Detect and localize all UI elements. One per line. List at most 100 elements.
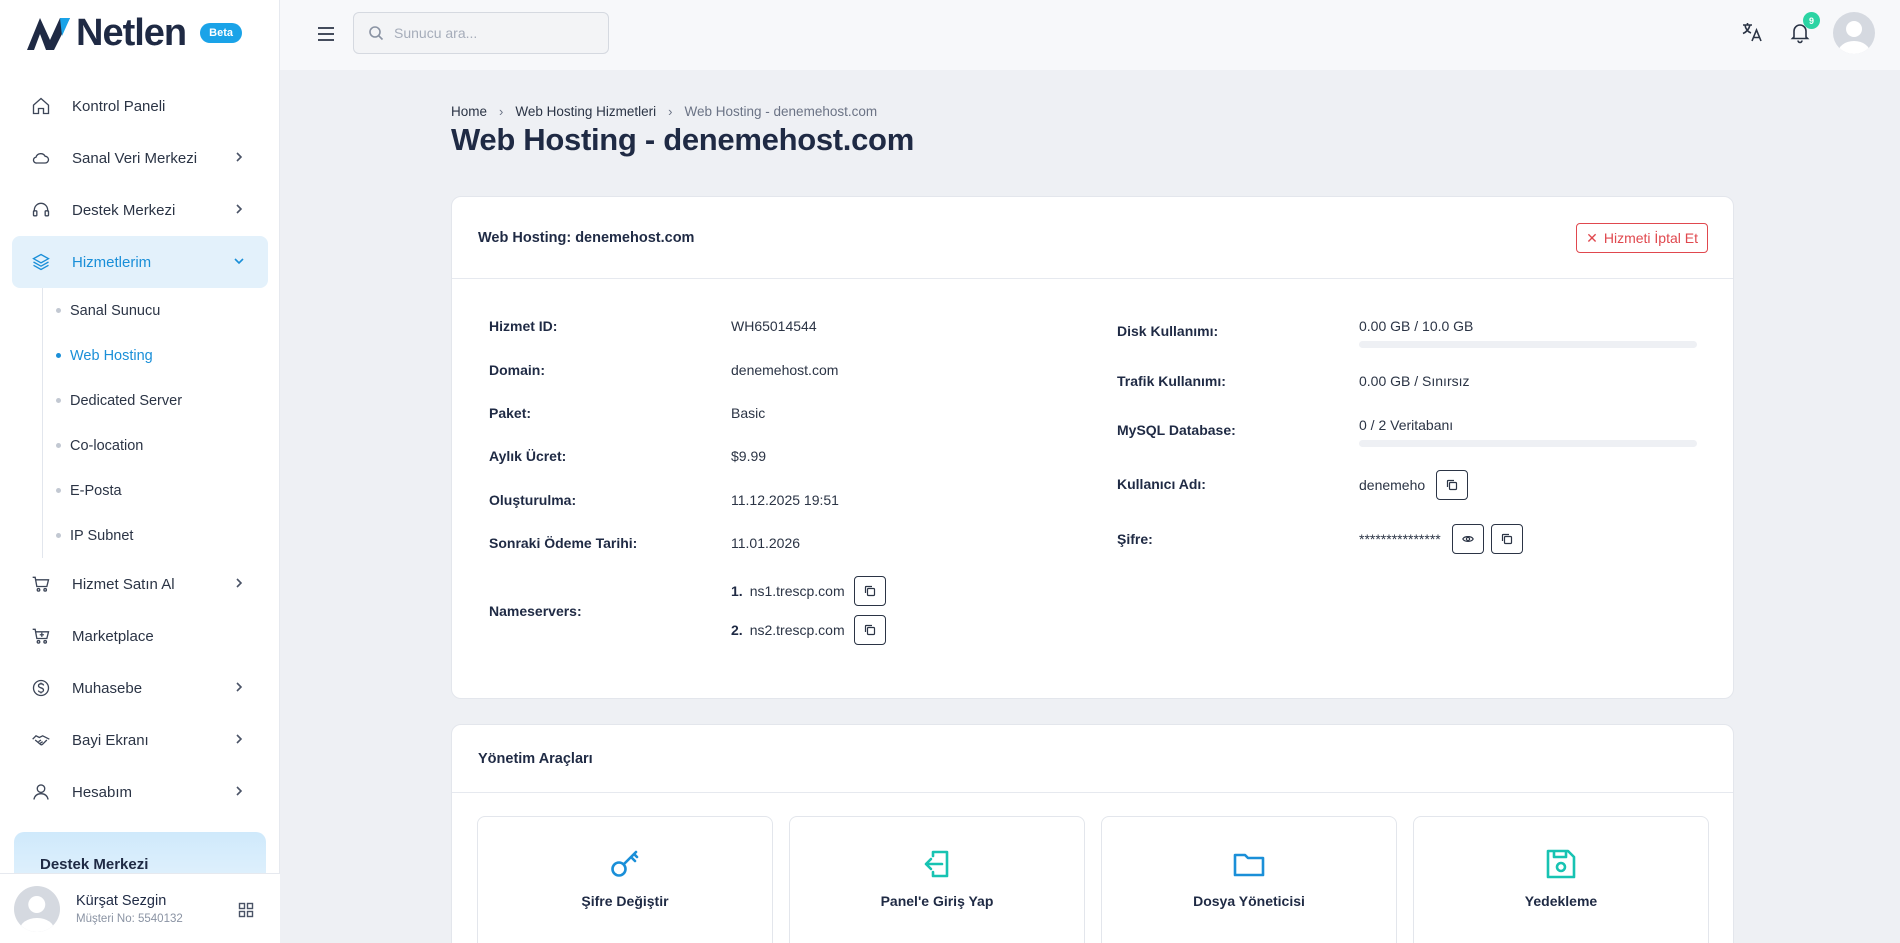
user-icon <box>30 781 52 803</box>
support-card-title: Destek Merkezi <box>40 856 149 873</box>
profile-avatar[interactable] <box>1833 12 1875 54</box>
bullet-icon <box>56 488 61 493</box>
folder-icon <box>1233 853 1265 877</box>
package-value: Basic <box>731 405 766 421</box>
next-payment-label: Sonraki Ödeme Tarihi: <box>489 535 638 551</box>
sidebar-item-label: Bayi Ekranı <box>72 731 149 749</box>
copy-username-button[interactable] <box>1436 470 1469 500</box>
submenu-item-co-location[interactable]: Co-location <box>42 423 268 468</box>
package-label: Paket: <box>489 405 532 421</box>
chevron-right-icon <box>236 682 243 692</box>
service-id-value: WH65014544 <box>731 318 817 334</box>
tool-backup[interactable]: Yedekleme <box>1413 816 1709 943</box>
search-box <box>353 12 609 54</box>
tool-label: Dosya Yöneticisi <box>1193 893 1305 909</box>
home-icon <box>30 95 52 117</box>
sidebar-item-label: Muhasebe <box>72 679 143 697</box>
sidebar-item-hizmet-satin-al[interactable]: Hizmet Satın Al <box>12 558 268 610</box>
chevron-right-icon <box>236 152 243 162</box>
password-label: Şifre: <box>1117 531 1153 547</box>
nameservers-label: Nameservers: <box>489 603 582 619</box>
sidebar-item-hesabim[interactable]: Hesabım <box>12 766 268 818</box>
nameserver-2: 2. ns2.trescp.com <box>731 615 886 645</box>
hamburger-menu-icon[interactable] <box>316 24 336 44</box>
user-info: Kürşat Sezgin Müşteri No: 5540132 <box>76 893 183 925</box>
nameserver-host: ns2.trescp.com <box>749 622 845 638</box>
sidebar-item-bayi-ekrani[interactable]: Bayi Ekranı <box>12 714 268 766</box>
username-value: denemeho <box>1359 477 1426 493</box>
brand-name: Netlen <box>76 11 187 54</box>
sidebar-item-destek-merkezi[interactable]: Destek Merkezi <box>12 184 268 236</box>
username-label: Kullanıcı Adı: <box>1117 476 1206 492</box>
breadcrumb-web-hosting-services[interactable]: Web Hosting Hizmetleri <box>515 104 656 119</box>
sidebar-item-label: Hizmet Satın Al <box>72 575 175 593</box>
nameserver-host: ns1.trescp.com <box>749 583 845 599</box>
nameserver-number: 1. <box>731 583 743 599</box>
submenu-item-web-hosting[interactable]: Web Hosting <box>42 333 268 378</box>
tool-label: Panel'e Giriş Yap <box>880 893 994 909</box>
domain-value: denemehost.com <box>731 362 839 378</box>
user-avatar[interactable] <box>14 885 60 932</box>
bullet-icon <box>56 308 61 313</box>
headset-icon <box>30 199 52 221</box>
submenu-item-e-posta[interactable]: E-Posta <box>42 468 268 513</box>
show-password-button[interactable] <box>1451 524 1484 554</box>
tool-label: Yedekleme <box>1524 893 1598 909</box>
submenu-item-sanal-sunucu[interactable]: Sanal Sunucu <box>42 288 268 333</box>
disk-usage-progress <box>1359 341 1697 348</box>
cancel-service-button[interactable]: ✕ Hizmeti İptal Et <box>1576 223 1708 253</box>
sidebar-item-label: Destek Merkezi <box>72 201 176 219</box>
copy-icon <box>864 585 875 597</box>
sidebar-item-kontrol-paneli[interactable]: Kontrol Paneli <box>12 80 268 132</box>
breadcrumb-current: Web Hosting - denemehost.com <box>684 104 878 119</box>
topbar: 9 <box>280 0 1900 70</box>
search-icon <box>369 26 384 41</box>
netlen-logo-icon <box>27 18 70 50</box>
copy-icon <box>1447 479 1458 491</box>
copy-ns2-button[interactable] <box>853 615 886 645</box>
tool-change-password[interactable]: Şifre Değiştir <box>477 816 773 943</box>
dollar-icon <box>30 677 52 699</box>
traffic-usage-label: Trafik Kullanımı: <box>1117 373 1226 389</box>
sidebar-item-sanal-veri-merkezi[interactable]: Sanal Veri Merkezi <box>12 132 268 184</box>
submenu-item-ip-subnet[interactable]: IP Subnet <box>42 513 268 558</box>
password-field: *************** <box>1359 524 1523 554</box>
breadcrumb-home[interactable]: Home <box>451 104 487 119</box>
sidebar-item-label: Hizmetlerim <box>72 253 152 271</box>
card-header: Web Hosting: denemehost.com ✕ Hizmeti İp… <box>452 197 1733 279</box>
grid-menu-icon[interactable] <box>238 902 254 918</box>
hizmetlerim-submenu: Sanal Sunucu Web Hosting Dedicated Serve… <box>42 288 268 558</box>
tool-file-manager[interactable]: Dosya Yöneticisi <box>1101 816 1397 943</box>
sidebar-item-marketplace[interactable]: Marketplace <box>12 610 268 662</box>
notifications-button[interactable]: 9 <box>1788 12 1820 44</box>
chevron-right-icon <box>236 786 243 796</box>
beta-badge: Beta <box>200 23 242 43</box>
translate-icon[interactable] <box>1740 20 1764 44</box>
page-title: Web Hosting - denemehost.com <box>451 122 914 157</box>
mysql-value: 0 / 2 Veritabanı <box>1359 417 1454 433</box>
mysql-label: MySQL Database: <box>1117 422 1236 438</box>
sidebar-item-muhasebe[interactable]: Muhasebe <box>12 662 268 714</box>
search-input[interactable] <box>394 25 594 41</box>
bullet-icon <box>56 398 61 403</box>
nameserver-number: 2. <box>731 622 743 638</box>
copy-password-button[interactable] <box>1490 524 1523 554</box>
tool-label: Şifre Değiştir <box>581 893 669 909</box>
nameserver-1: 1. ns1.trescp.com <box>731 576 886 606</box>
tool-panel-login[interactable]: Panel'e Giriş Yap <box>789 816 1085 943</box>
sidebar-item-label: Sanal Veri Merkezi <box>72 149 198 167</box>
sidebar-item-hizmetlerim[interactable]: Hizmetlerim <box>12 236 268 288</box>
layers-icon <box>30 251 52 273</box>
brand-logo[interactable]: Netlen Beta <box>24 12 242 54</box>
close-icon: ✕ <box>1586 229 1598 246</box>
handshake-icon <box>30 729 52 751</box>
copy-icon <box>1501 533 1512 545</box>
chevron-right-icon <box>236 734 243 744</box>
cart-icon <box>30 573 52 595</box>
card-header: Yönetim Araçları <box>452 725 1733 793</box>
copy-ns1-button[interactable] <box>853 576 886 606</box>
save-icon <box>1546 849 1576 879</box>
bullet-icon <box>56 443 61 448</box>
submenu-item-dedicated-server[interactable]: Dedicated Server <box>42 378 268 423</box>
created-label: Oluşturulma: <box>489 492 577 508</box>
